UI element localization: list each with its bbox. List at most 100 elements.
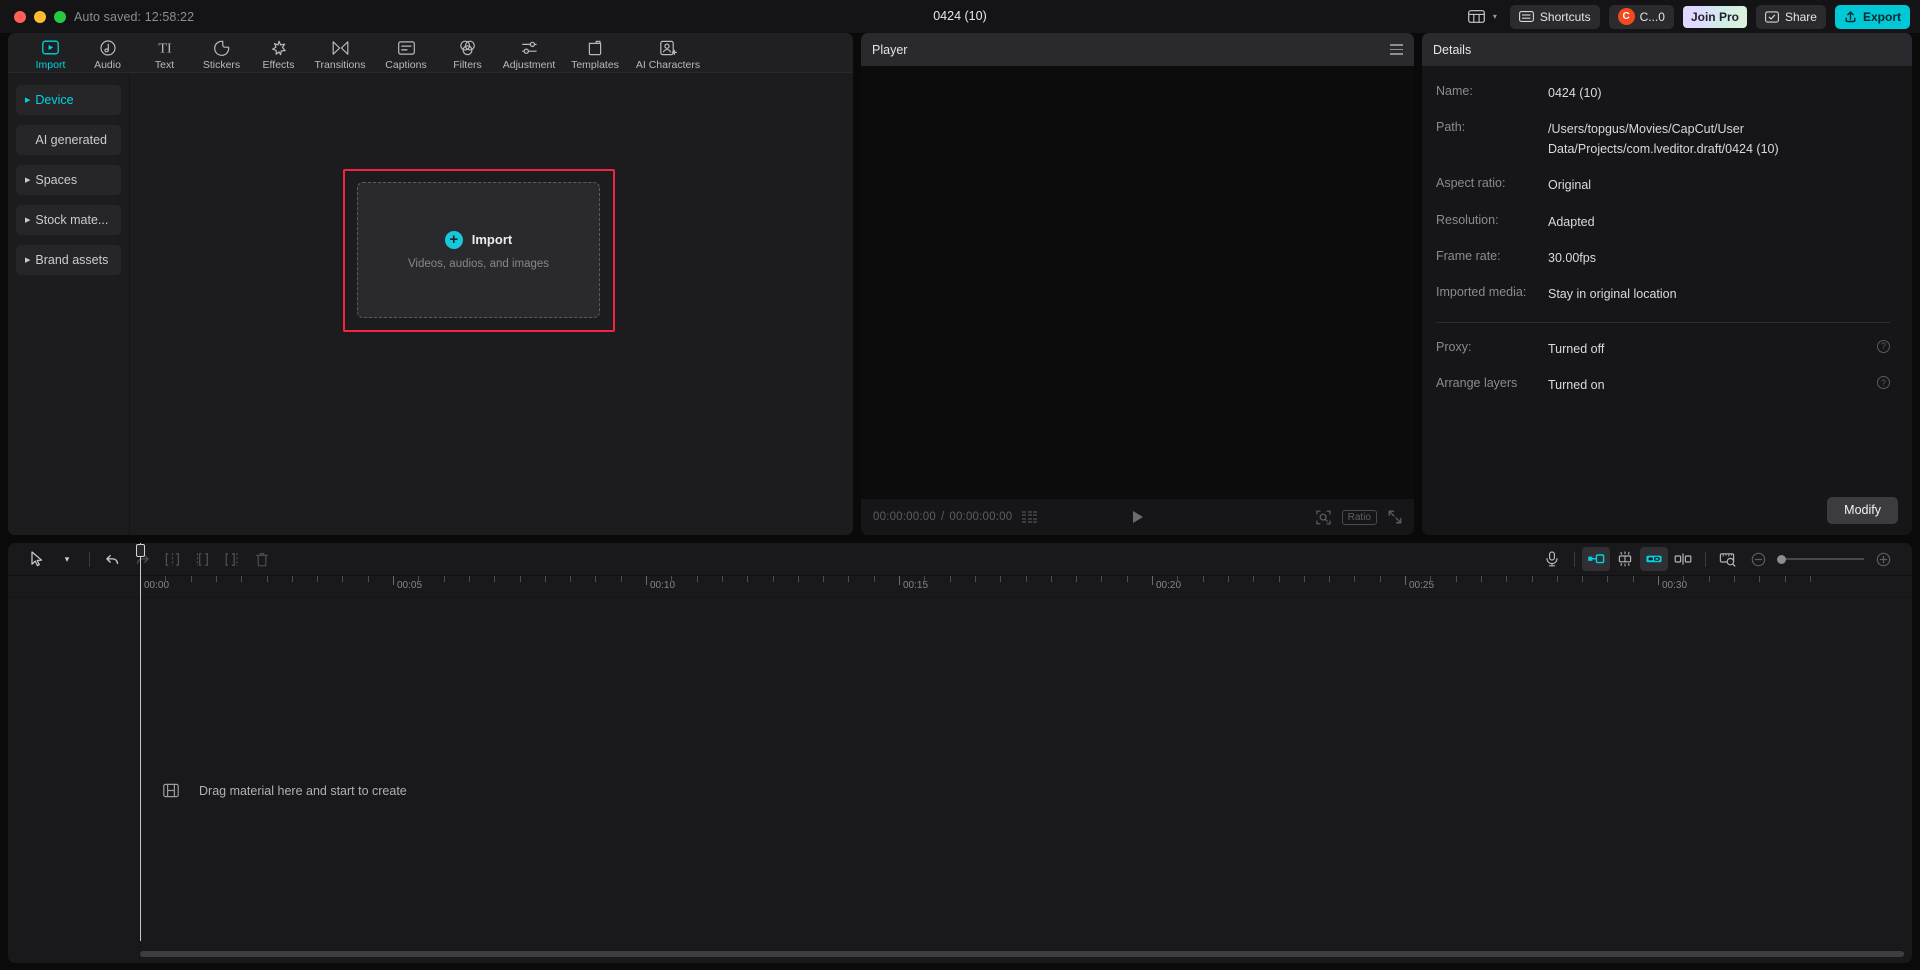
ruler-minor-tick (1809, 576, 1811, 582)
magnify-frame-icon[interactable] (1316, 510, 1331, 525)
tool-dropdown[interactable]: ▾ (52, 547, 82, 571)
tab-audio[interactable]: Audio (79, 35, 136, 71)
delete-button[interactable] (247, 547, 277, 571)
detail-value: 0424 (10) (1548, 86, 1602, 100)
detail-value: /Users/topgus/Movies/CapCut/User Data/Pr… (1548, 122, 1779, 156)
chevron-right-icon: ▶ (25, 257, 31, 264)
sidebar-item-ai-generated[interactable]: ▶ AI generated (16, 125, 121, 155)
layout-switcher-button[interactable]: ▾ (1464, 5, 1501, 29)
ruler-minor-tick (747, 576, 749, 582)
share-button[interactable]: Share (1755, 4, 1826, 29)
modify-button[interactable]: Modify (1827, 496, 1898, 524)
sidebar-item-device[interactable]: ▶ Device (16, 85, 121, 115)
timeline-horizontal-scrollbar[interactable] (140, 951, 1904, 957)
tab-label: AI Characters (635, 59, 701, 71)
tab-ai-characters[interactable]: AI Characters (628, 35, 708, 71)
zoom-in-button[interactable] (1868, 547, 1898, 571)
sidebar-item-label: Brand assets (35, 253, 109, 267)
ruler-minor-tick (241, 576, 243, 582)
play-icon[interactable] (1132, 511, 1143, 523)
filters-icon (459, 38, 476, 57)
sidebar-item-spaces[interactable]: ▶ Spaces (16, 165, 121, 195)
split-button[interactable] (157, 547, 187, 571)
question-circle-icon[interactable]: ? (1877, 376, 1890, 389)
tab-templates[interactable]: Templates (562, 35, 628, 71)
zoom-out-button[interactable] (1743, 547, 1773, 571)
tab-transitions[interactable]: Transitions (307, 35, 373, 71)
ruler-minor-tick (1050, 576, 1052, 582)
join-pro-button[interactable]: Join Pro (1682, 5, 1747, 28)
player-stage[interactable] (861, 66, 1414, 499)
ruler-major-tick (899, 576, 900, 585)
auto-keyframe-button[interactable] (1582, 547, 1610, 571)
delete-left-button[interactable] (187, 547, 217, 571)
select-tool[interactable] (22, 547, 52, 571)
timeline-ruler[interactable]: 00:00 00:05 00:10 00:15 00:20 00:25 00:30 (8, 576, 1912, 598)
playhead[interactable] (136, 543, 145, 941)
delete-right-button[interactable] (217, 547, 247, 571)
mirror-button[interactable] (1668, 547, 1698, 571)
window-controls[interactable] (14, 10, 66, 23)
sidebar-item-stock-materials[interactable]: ▶ Stock mate... (16, 205, 121, 235)
sidebar-item-brand-assets[interactable]: ▶ Brand assets (16, 245, 121, 275)
library-body: ▶ Device ▶ AI generated ▶ Spaces ▶ Stock… (8, 73, 853, 535)
ruler-minor-tick (1430, 576, 1432, 582)
sticker-icon (213, 38, 230, 57)
import-dropzone[interactable]: + Import Videos, audios, and images (357, 182, 600, 318)
export-button[interactable]: Export (1834, 4, 1910, 29)
ruler-minor-tick (1101, 576, 1103, 582)
tab-text[interactable]: TI Text (136, 35, 193, 72)
tab-import[interactable]: Import (22, 35, 79, 71)
fullscreen-icon[interactable] (1388, 510, 1402, 524)
playhead-handle[interactable] (136, 544, 145, 557)
ruler-minor-tick (1202, 576, 1204, 582)
capcut-editor-window: Auto saved: 12:58:22 0424 (10) ▾ Shortcu… (0, 0, 1920, 970)
zoom-slider[interactable] (1777, 554, 1864, 564)
import-title: Import (471, 232, 513, 247)
tab-stickers[interactable]: Stickers (193, 35, 250, 71)
details-divider (1436, 321, 1890, 323)
tab-label: Captions (385, 59, 427, 71)
chevron-right-icon: ▶ (25, 217, 31, 224)
media-drop-area[interactable]: + Import Videos, audios, and images (130, 73, 853, 535)
transitions-icon (332, 38, 349, 57)
ruler-minor-tick (190, 576, 192, 582)
tab-captions[interactable]: Captions (373, 35, 439, 71)
zoom-slider-knob[interactable] (1777, 554, 1786, 564)
detail-key: Aspect ratio: (1436, 176, 1506, 191)
details-title: Details (1433, 42, 1472, 57)
player-header: Player (861, 33, 1414, 66)
shortcuts-button[interactable]: Shortcuts (1509, 4, 1600, 29)
question-circle-icon[interactable]: ? (1877, 339, 1890, 353)
ratio-button[interactable]: Ratio (1341, 509, 1377, 525)
account-button[interactable]: C C...0 (1608, 4, 1674, 29)
ruler-major-tick (1405, 576, 1406, 585)
player-right-controls: Ratio (1316, 509, 1402, 525)
zoom-slider-track[interactable] (1786, 558, 1864, 560)
record-voiceover-button[interactable] (1537, 547, 1567, 571)
import-subtitle: Videos, audios, and images (407, 257, 550, 270)
minimize-window-button[interactable] (34, 10, 46, 23)
hamburger-icon[interactable] (1390, 44, 1403, 55)
tab-adjustment[interactable]: Adjustment (496, 35, 562, 71)
tab-effects[interactable]: Effects (250, 35, 307, 71)
ruler-minor-tick (1531, 576, 1533, 582)
text-ti-icon: TI (155, 38, 175, 57)
ruler-minor-tick (1278, 576, 1280, 582)
adjust-view-button[interactable] (1713, 547, 1743, 571)
timeline-tracks[interactable]: Drag material here and start to create (8, 598, 1912, 962)
ruler-minor-tick (1632, 576, 1634, 582)
ruler-minor-tick (797, 576, 799, 582)
ruler-minor-tick (595, 576, 597, 582)
snap-button[interactable] (1610, 547, 1640, 571)
maximize-window-button[interactable] (54, 10, 66, 23)
timeline-drop-hint[interactable]: Drag material here and start to create (163, 783, 407, 798)
link-audio-video-button[interactable] (1640, 547, 1668, 571)
ruler-minor-tick (1607, 576, 1609, 582)
tab-filters[interactable]: Filters (439, 35, 496, 71)
close-window-button[interactable] (14, 10, 26, 23)
undo-button[interactable] (97, 547, 127, 571)
tab-label: Templates (571, 59, 619, 71)
detail-value: Turned on (1548, 378, 1605, 392)
timecode-grid-icon[interactable] (1022, 510, 1038, 524)
